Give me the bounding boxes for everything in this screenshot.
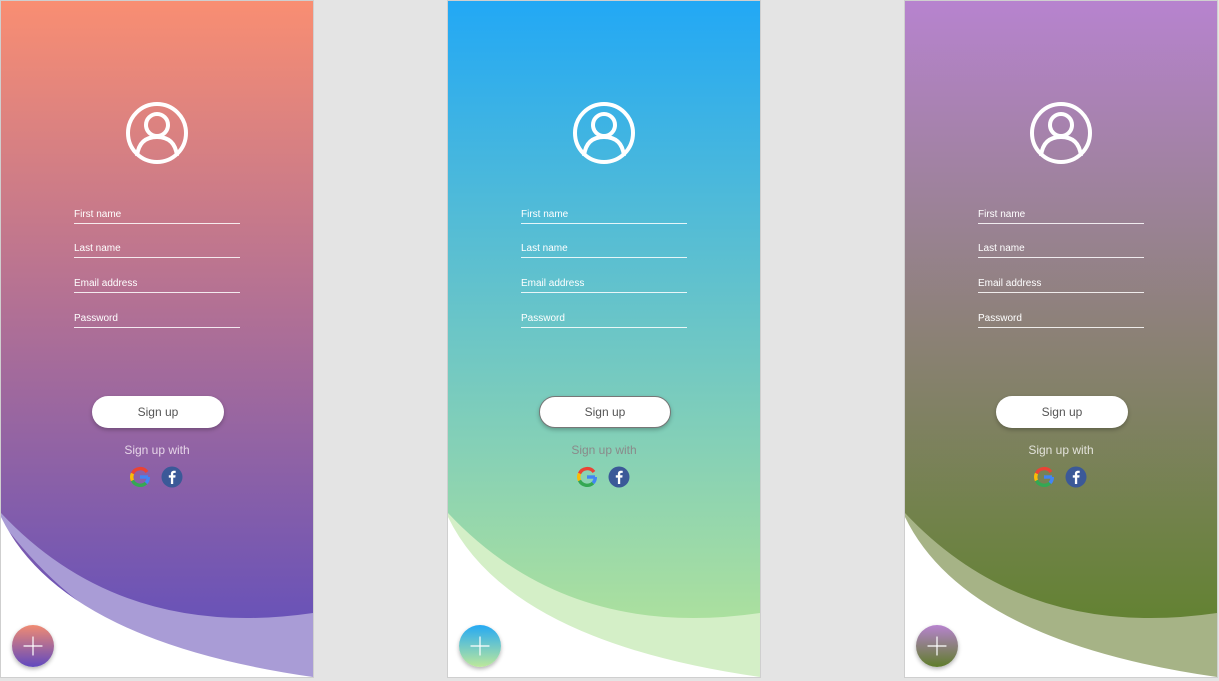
signup-button[interactable]: Sign up [539,396,671,428]
user-circle-icon [1030,102,1092,164]
password-field[interactable]: Password [521,313,687,328]
add-fab-button[interactable] [12,625,54,667]
first-name-field[interactable]: First name [521,209,687,224]
mockup-canvas: First name Last name Email address Passw… [0,0,1219,681]
first-name-field[interactable]: First name [74,209,240,224]
facebook-icon[interactable] [1065,466,1087,488]
password-field[interactable]: Password [978,313,1144,328]
plus-icon [470,636,490,656]
signup-button[interactable]: Sign up [996,396,1128,428]
last-name-field[interactable]: Last name [978,243,1144,258]
signup-button[interactable]: Sign up [92,396,224,428]
google-icon[interactable] [576,466,598,488]
facebook-icon[interactable] [608,466,630,488]
add-fab-button[interactable] [459,625,501,667]
signup-with-label: Sign up with [124,443,190,457]
last-name-field[interactable]: Last name [74,243,240,258]
facebook-icon[interactable] [161,466,183,488]
email-field[interactable]: Email address [978,278,1144,293]
signup-with-label: Sign up with [571,443,637,457]
email-field[interactable]: Email address [74,278,240,293]
first-name-field[interactable]: First name [978,209,1144,224]
signup-card-blue-green: First name Last name Email address Passw… [448,1,760,677]
plus-icon [23,636,43,656]
signup-card-orange-purple: First name Last name Email address Passw… [1,1,313,677]
last-name-field[interactable]: Last name [521,243,687,258]
google-icon[interactable] [1033,466,1055,488]
password-field[interactable]: Password [74,313,240,328]
user-circle-icon [126,102,188,164]
email-field[interactable]: Email address [521,278,687,293]
signup-with-label: Sign up with [1028,443,1094,457]
plus-icon [927,636,947,656]
signup-card-purple-olive: First name Last name Email address Passw… [905,1,1217,677]
user-circle-icon [573,102,635,164]
add-fab-button[interactable] [916,625,958,667]
google-icon[interactable] [129,466,151,488]
